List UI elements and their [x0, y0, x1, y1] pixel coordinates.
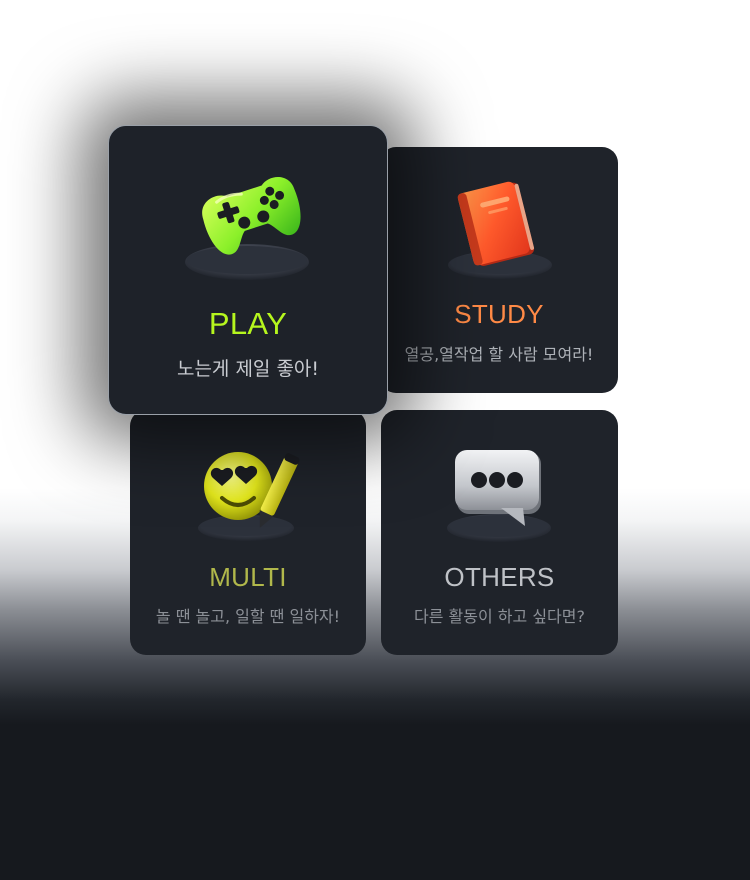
card-title: MULTI: [209, 562, 287, 592]
card-title: PLAY: [208, 306, 288, 341]
book-icon: [448, 181, 552, 279]
card-subtitle: 노는게 제일 좋아!: [176, 358, 320, 380]
category-card-multi[interactable]: MULTI 놀 땐 놀고, 일할 땐 일하자!: [130, 410, 366, 655]
gamepad-icon: [185, 177, 309, 280]
category-card-play[interactable]: PLAY 노는게 제일 좋아!: [108, 125, 388, 415]
category-card-study[interactable]: STUDY 열공,열작업 할 사람 모여라!: [380, 147, 618, 393]
category-card-others[interactable]: OTHERS 다른 활동이 하고 싶다면?: [381, 410, 618, 655]
chat-bubble-icon: [447, 450, 551, 542]
card-title: OTHERS: [444, 562, 555, 592]
heart-eyes-emoji-pencil-icon: [198, 452, 300, 541]
card-subtitle: 놀 땐 놀고, 일할 땐 일하자!: [155, 607, 341, 626]
page: { "cards": { "play": { "title": "PLAY", …: [0, 0, 750, 880]
card-subtitle: 다른 활동이 하고 싶다면?: [414, 607, 585, 626]
card-subtitle: 열공,열작업 할 사람 모여라!: [404, 345, 594, 364]
card-title: STUDY: [454, 299, 544, 329]
